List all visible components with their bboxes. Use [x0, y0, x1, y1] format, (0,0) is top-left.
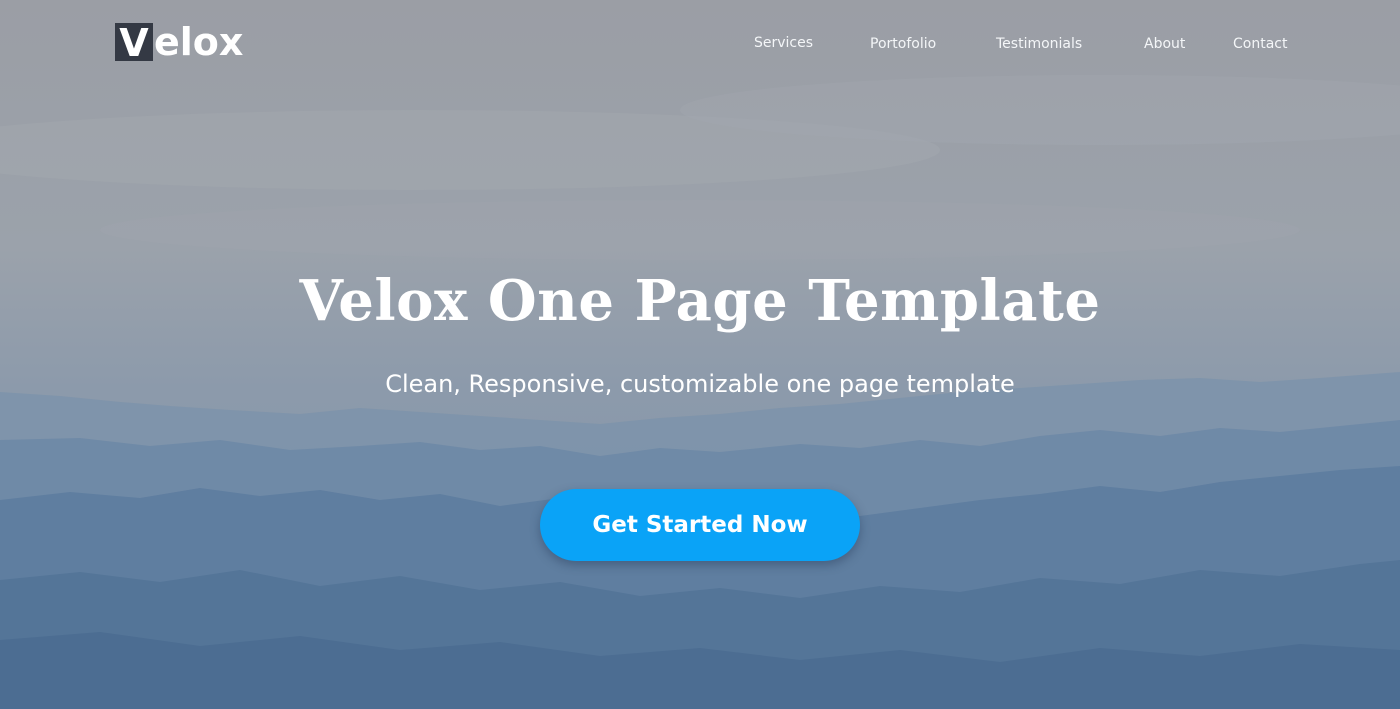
get-started-button[interactable]: Get Started Now — [540, 489, 860, 561]
nav-item-testimonials[interactable]: Testimonials — [996, 36, 1082, 52]
nav-item-services[interactable]: Services — [754, 35, 813, 51]
hero-subtitle: Clean, Responsive, customizable one page… — [385, 370, 1015, 398]
hero-section: Velox Services Portofolio Testimonials A… — [0, 0, 1400, 709]
mountain-background-image — [0, 0, 1400, 709]
nav-item-about[interactable]: About — [1144, 36, 1185, 52]
main-nav: Services Portofolio Testimonials About C… — [0, 35, 1400, 55]
hero-title: Velox One Page Template — [299, 268, 1101, 334]
nav-item-portofolio[interactable]: Portofolio — [870, 36, 936, 52]
nav-item-contact[interactable]: Contact — [1233, 36, 1287, 52]
